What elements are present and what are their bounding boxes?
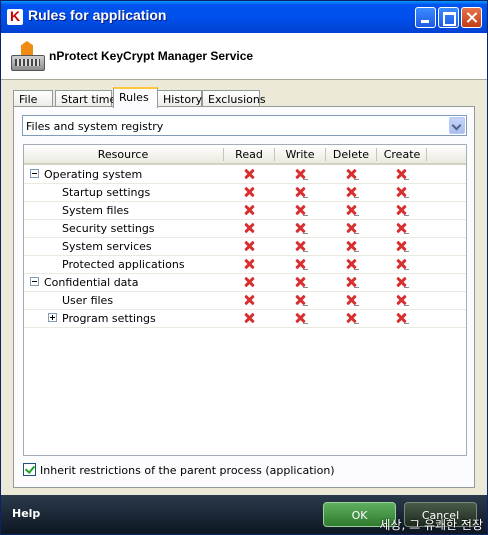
deny-write-icon[interactable] [294,168,308,180]
tab-exclusions[interactable]: Exclusions [202,90,266,107]
deny-delete-icon[interactable] [345,222,359,234]
tab-rules[interactable]: Rules [113,87,158,108]
keyboard-icon [11,41,45,71]
deny-create-icon[interactable] [395,240,409,252]
row-label: Confidential data [44,276,139,289]
deny-create-icon[interactable] [395,294,409,306]
resource-type-dropdown[interactable]: Files and system registry [22,115,467,136]
table-row[interactable]: System services [24,237,466,256]
table-row[interactable]: Security settings [24,219,466,238]
deny-create-icon[interactable] [395,276,409,288]
deny-delete-icon[interactable] [345,312,359,324]
deny-write-icon[interactable] [294,258,308,270]
deny-create-icon[interactable] [395,258,409,270]
deny-create-icon[interactable] [395,186,409,198]
row-label: Security settings [62,222,155,235]
deny-read-icon[interactable] [243,168,255,180]
deny-create-icon[interactable] [395,222,409,234]
application-header: nProtect KeyCrypt Manager Service [1,33,487,80]
expand-icon[interactable] [48,313,57,322]
watermark-text: 세상, 그 유쾌한 전장 [379,518,483,532]
deny-read-icon[interactable] [243,186,255,198]
deny-write-icon[interactable] [294,204,308,216]
row-label: System files [62,204,129,217]
tab-history[interactable]: History [157,90,202,107]
row-label: Program settings [62,312,156,325]
table-row[interactable]: Confidential data [24,273,466,292]
deny-delete-icon[interactable] [345,240,359,252]
dialog-footer: Help OK Cancel 세상, 그 유쾌한 전장 [1,495,487,534]
tab-start-time[interactable]: Start time [55,90,116,107]
table-row[interactable]: Operating system [24,165,466,184]
deny-write-icon[interactable] [294,186,308,198]
deny-read-icon[interactable] [243,240,255,252]
deny-write-icon[interactable] [294,312,308,324]
deny-create-icon[interactable] [395,204,409,216]
deny-read-icon[interactable] [243,258,255,270]
deny-read-icon[interactable] [243,222,255,234]
column-delete[interactable]: Delete [326,148,376,161]
deny-delete-icon[interactable] [345,294,359,306]
deny-write-icon[interactable] [294,222,308,234]
deny-write-icon[interactable] [294,294,308,306]
row-label: System services [62,240,152,253]
title-bar[interactable]: Rules for application [1,1,487,33]
table-row[interactable]: System files [24,201,466,220]
collapse-icon[interactable] [30,169,39,178]
collapse-icon[interactable] [30,277,39,286]
deny-read-icon[interactable] [243,312,255,324]
deny-write-icon[interactable] [294,276,308,288]
rules-grid: Resource Read Write Delete Create Operat… [23,144,467,456]
column-write[interactable]: Write [275,148,325,161]
rules-dialog-window: Rules for application nProtect KeyCrypt … [0,0,488,535]
column-create[interactable]: Create [377,148,427,161]
resource-type-value: Files and system registry [26,120,164,133]
row-label: Startup settings [62,186,151,199]
deny-delete-icon[interactable] [345,186,359,198]
grid-header: Resource Read Write Delete Create [24,145,466,165]
maximize-button[interactable] [438,7,459,28]
tab-file[interactable]: File [13,90,53,107]
window-title: Rules for application [28,7,167,23]
column-resource[interactable]: Resource [24,148,222,161]
inherit-restrictions-label[interactable]: Inherit restrictions of the parent proce… [40,464,335,477]
deny-create-icon[interactable] [395,312,409,324]
deny-read-icon[interactable] [243,276,255,288]
close-button[interactable] [461,7,482,28]
minimize-button[interactable] [415,7,436,28]
chevron-down-icon[interactable] [449,117,465,134]
deny-delete-icon[interactable] [345,204,359,216]
table-row[interactable]: Protected applications [24,255,466,274]
table-row[interactable]: User files [24,291,466,310]
column-read[interactable]: Read [224,148,274,161]
table-row[interactable]: Startup settings [24,183,466,202]
row-label: Operating system [44,168,143,181]
deny-delete-icon[interactable] [345,276,359,288]
application-name: nProtect KeyCrypt Manager Service [49,49,254,63]
deny-delete-icon[interactable] [345,168,359,180]
deny-write-icon[interactable] [294,240,308,252]
deny-delete-icon[interactable] [345,258,359,270]
table-row[interactable]: Program settings [24,309,466,328]
rules-panel: Files and system registry Resource Read … [13,106,475,488]
deny-read-icon[interactable] [243,204,255,216]
row-label: Protected applications [62,258,185,271]
deny-read-icon[interactable] [243,294,255,306]
deny-create-icon[interactable] [395,168,409,180]
kaspersky-logo-icon [7,8,23,25]
help-link[interactable]: Help [12,507,40,520]
inherit-restrictions-checkbox[interactable] [23,463,36,476]
row-label: User files [62,294,114,307]
